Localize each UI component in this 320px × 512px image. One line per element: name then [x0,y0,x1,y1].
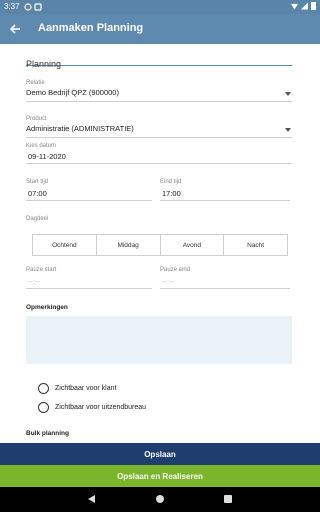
dagdeel-segmented-control: Ochtend Middag Avond Nacht [32,234,288,256]
pauze-eind-label: Pauze eind [160,267,191,273]
dagdeel-nacht[interactable]: Nacht [224,235,287,255]
pauze-start-label: Pauze start [26,267,57,273]
wifi-icon [291,3,298,10]
radio-uitzend-label: Zichtbaar voor uitzendbureau [55,404,147,411]
dagdeel-avond[interactable]: Avond [161,235,225,255]
eind-tijd-field[interactable]: Eind tijd 17:00 [160,179,290,201]
pauze-eind-placeholder: --:-- [162,277,175,286]
relatie-value: Demo Bedrijf QPZ (900000) [26,88,119,97]
app-bar: Aanmaken Planning [0,14,320,44]
eind-tijd-value: 17:00 [162,189,181,198]
datum-label: Kies datum [26,143,57,149]
start-tijd-value: 07:00 [28,189,47,198]
relatie-label: Relatie [26,80,45,86]
opmerkingen-title: Opmerkingen [26,304,68,311]
radio-zichtbaar-uitzendbureau[interactable]: Zichtbaar voor uitzendbureau [38,402,146,413]
nav-home-icon[interactable] [156,495,164,503]
save-button[interactable]: Opslaan [0,443,320,465]
dagdeel-ochtend[interactable]: Ochtend [33,235,97,255]
signal-icon [301,2,308,10]
pauze-eind-field[interactable]: Pauze eind --:-- [160,267,290,289]
nav-recent-icon[interactable] [224,495,232,503]
opmerkingen-textarea[interactable] [26,316,292,364]
system-nav-bar [0,487,320,512]
relatie-select[interactable]: Relatie Demo Bedrijf QPZ (900000) [26,80,292,102]
nav-back-icon[interactable] [88,495,95,503]
battery-icon [311,2,316,10]
datum-value: 09-11-2020 [28,152,66,161]
bulk-planning-title: Bulk planning [26,430,69,437]
radio-klant-label: Zichtbaar voor klant [55,385,117,392]
status-bar: 3:37 [0,0,320,14]
start-tijd-label: Start tijd [26,179,49,185]
page-title: Aanmaken Planning [38,22,144,34]
save-realize-button[interactable]: Opslaan en Realiseren [0,465,320,487]
datum-field[interactable]: Kies datum 09-11-2020 [26,143,292,164]
planning-input[interactable]: Planning [26,54,292,69]
radio-zichtbaar-klant[interactable]: Zichtbaar voor klant [38,383,116,394]
radio-circle-icon [38,402,49,413]
dropdown-icon [285,128,291,132]
dagdeel-middag[interactable]: Middag [97,235,161,255]
product-value: Administratie (ADMINISTRATIE) [26,124,134,133]
settings-icon [24,3,32,11]
dagdeel-label: Dagdeel [26,216,49,222]
start-tijd-field[interactable]: Start tijd 07:00 [26,179,152,201]
status-icons [291,2,316,10]
product-label: Product [26,116,47,122]
planning-value: Planning [26,59,62,69]
pauze-start-placeholder: --:-- [28,277,41,286]
dropdown-icon [285,92,291,96]
eind-tijd-label: Eind tijd [160,179,182,185]
notification-icon [34,3,42,11]
product-select[interactable]: Product Administratie (ADMINISTRATIE) [26,116,292,138]
status-time: 3:37 [4,2,20,11]
pauze-start-field[interactable]: Pauze start --:-- [26,267,152,289]
back-arrow-icon[interactable] [8,22,22,36]
radio-circle-icon [38,383,49,394]
